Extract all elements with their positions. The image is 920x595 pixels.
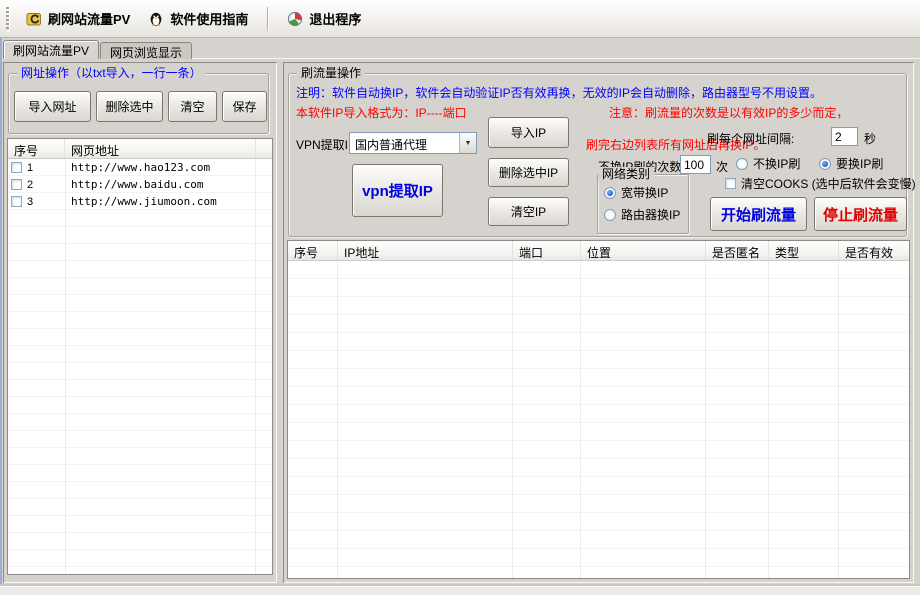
- status-bar: [0, 586, 920, 595]
- tab-brush-traffic[interactable]: 刷网站流量PV: [3, 40, 99, 59]
- url-row-index-cell: 1: [8, 162, 65, 174]
- vpn-extract-ip-button[interactable]: vpn提取IP: [352, 164, 443, 217]
- url-table-row[interactable]: 3 http://www.jiumoon.com: [8, 193, 272, 210]
- url-row-address: http://www.hao123.com: [65, 161, 272, 174]
- url-row-number: 2: [27, 179, 33, 191]
- url-row-address: http://www.jiumoon.com: [65, 195, 272, 208]
- network-type-group: 网络类别 宽带换IP 路由器换IP: [597, 174, 689, 234]
- times-unit: 次: [716, 158, 728, 175]
- url-table: 序号 网页地址 1 http://www.hao123.com 2 http:/…: [7, 138, 273, 575]
- times-input[interactable]: [680, 155, 711, 174]
- ip-table-header: 序号 IP地址 端口 位置 是否匿名 类型 是否有效: [288, 241, 909, 261]
- url-table-row[interactable]: 1 http://www.hao123.com: [8, 159, 272, 176]
- toolbar-separator: [267, 7, 268, 31]
- start-brush-traffic-button[interactable]: 开始刷流量: [710, 197, 807, 231]
- checkbox-icon: [725, 178, 736, 189]
- ip-table-header-index: 序号: [288, 241, 338, 260]
- import-urls-button[interactable]: 导入网址: [14, 91, 91, 122]
- ip-table-header-anonymous: 是否匿名: [706, 241, 769, 260]
- ip-table-header-type: 类型: [769, 241, 839, 260]
- interval-unit: 秒: [864, 130, 876, 147]
- refresh-traffic-icon: [26, 11, 42, 27]
- vpn-proxy-selected-option: 国内普通代理: [350, 133, 459, 153]
- ip-table-header-valid: 是否有效: [839, 241, 909, 260]
- traffic-operations-group: 刷流量操作 注明：软件自动换IP，软件会自动验证IP否有效再换，无效的IP会自动…: [288, 73, 907, 237]
- url-row-index-cell: 2: [8, 179, 65, 191]
- radio-label: 要换IP刷: [836, 155, 883, 172]
- vpn-proxy-select[interactable]: 国内普通代理 ▼: [349, 132, 477, 154]
- url-table-header-spacer: [256, 139, 272, 158]
- url-row-number: 3: [27, 196, 33, 208]
- radio-icon-selected: [819, 158, 831, 170]
- url-operations-group: 网址操作（以txt导入，一行一条） 导入网址 删除选中 清空 保存: [8, 73, 269, 134]
- radio-icon: [736, 158, 748, 170]
- note-auto-ip: 注明：软件自动换IP，软件会自动验证IP否有效再换，无效的IP会自动删除，路由器…: [296, 84, 822, 101]
- ip-table: 序号 IP地址 端口 位置 是否匿名 类型 是否有效: [287, 240, 910, 579]
- delete-selected-urls-button[interactable]: 删除选中: [96, 91, 163, 122]
- note-attention-1: 注意：刷流量的次数是以有效IP的多少而定，: [609, 104, 848, 121]
- toolbar-label: 退出程序: [309, 9, 361, 28]
- url-panel: 网址操作（以txt导入，一行一条） 导入网址 删除选中 清空 保存 序号 网页地…: [3, 62, 277, 583]
- toolbar-grip[interactable]: [6, 7, 9, 31]
- toolbar-button-exit[interactable]: 退出程序: [278, 4, 370, 33]
- clear-ip-button[interactable]: 清空IP: [488, 197, 569, 226]
- url-row-address: http://www.baidu.com: [65, 178, 272, 191]
- interval-input[interactable]: [831, 127, 858, 146]
- toolbar-button-brush-traffic[interactable]: 刷网站流量PV: [17, 4, 139, 33]
- interval-label: 刷每个网址间隔:: [707, 130, 794, 147]
- radio-icon-selected: [604, 187, 616, 199]
- penguin-icon: [148, 11, 164, 27]
- ip-table-gridlines: [288, 261, 909, 578]
- toolbar-button-guide[interactable]: 软件使用指南: [139, 4, 257, 33]
- url-row-number: 1: [27, 162, 33, 174]
- checkbox-label: 清空COOKS (选中后软件会变慢): [741, 175, 916, 192]
- radio-no-change-ip[interactable]: 不换IP刷: [736, 155, 800, 172]
- exit-icon: [287, 11, 303, 27]
- url-table-row[interactable]: 2 http://www.baidu.com: [8, 176, 272, 193]
- clear-cooks-checkbox[interactable]: 清空COOKS (选中后软件会变慢): [725, 175, 916, 192]
- toolbar-label: 刷网站流量PV: [48, 9, 130, 28]
- url-table-header-address: 网页地址: [65, 139, 256, 158]
- radio-icon: [604, 209, 616, 221]
- radio-label: 路由器换IP: [621, 206, 680, 223]
- import-ip-button[interactable]: 导入IP: [488, 117, 569, 148]
- chevron-down-icon: ▼: [459, 133, 476, 153]
- url-row-checkbox[interactable]: [11, 162, 22, 173]
- save-urls-button[interactable]: 保存: [222, 91, 267, 122]
- network-group-title: 网络类别: [598, 167, 654, 181]
- tab-web-browse-display[interactable]: 网页浏览显示: [100, 42, 192, 59]
- url-table-body: 1 http://www.hao123.com 2 http://www.bai…: [8, 159, 272, 574]
- toolbar-label: 软件使用指南: [170, 9, 248, 28]
- ip-table-header-ip: IP地址: [338, 241, 513, 260]
- ip-table-header-port: 端口: [513, 241, 581, 260]
- radio-label: 宽带换IP: [621, 184, 668, 201]
- radio-router-ip[interactable]: 路由器换IP: [604, 206, 680, 223]
- url-row-index-cell: 3: [8, 196, 65, 208]
- window-frame-left: [0, 38, 2, 595]
- url-row-checkbox[interactable]: [11, 179, 22, 190]
- traffic-group-title: 刷流量操作: [297, 66, 365, 80]
- clear-urls-button[interactable]: 清空: [168, 91, 217, 122]
- ip-table-header-location: 位置: [581, 241, 706, 260]
- stop-brush-traffic-button[interactable]: 停止刷流量: [814, 197, 907, 231]
- tab-bar: 刷网站流量PV 网页浏览显示: [3, 40, 193, 59]
- url-table-gridline: [255, 159, 256, 574]
- url-table-header: 序号 网页地址: [8, 139, 272, 159]
- url-row-checkbox[interactable]: [11, 196, 22, 207]
- url-table-header-index: 序号: [8, 139, 65, 158]
- ip-table-body: [288, 261, 909, 578]
- radio-label: 不换IP刷: [753, 155, 800, 172]
- url-table-gridline: [65, 159, 66, 574]
- traffic-panel: 刷流量操作 注明：软件自动换IP，软件会自动验证IP否有效再换，无效的IP会自动…: [283, 62, 914, 583]
- toolbar: 刷网站流量PV 软件使用指南: [0, 0, 920, 38]
- radio-broadband-ip[interactable]: 宽带换IP: [604, 184, 668, 201]
- vpn-extract-label: VPN提取IP: [296, 136, 356, 153]
- note-ip-format: 本软件IP导入格式为：IP----端口: [296, 104, 467, 121]
- radio-change-ip[interactable]: 要换IP刷: [819, 155, 883, 172]
- url-group-title: 网址操作（以txt导入，一行一条）: [17, 66, 206, 80]
- delete-selected-ip-button[interactable]: 删除选中IP: [488, 158, 569, 187]
